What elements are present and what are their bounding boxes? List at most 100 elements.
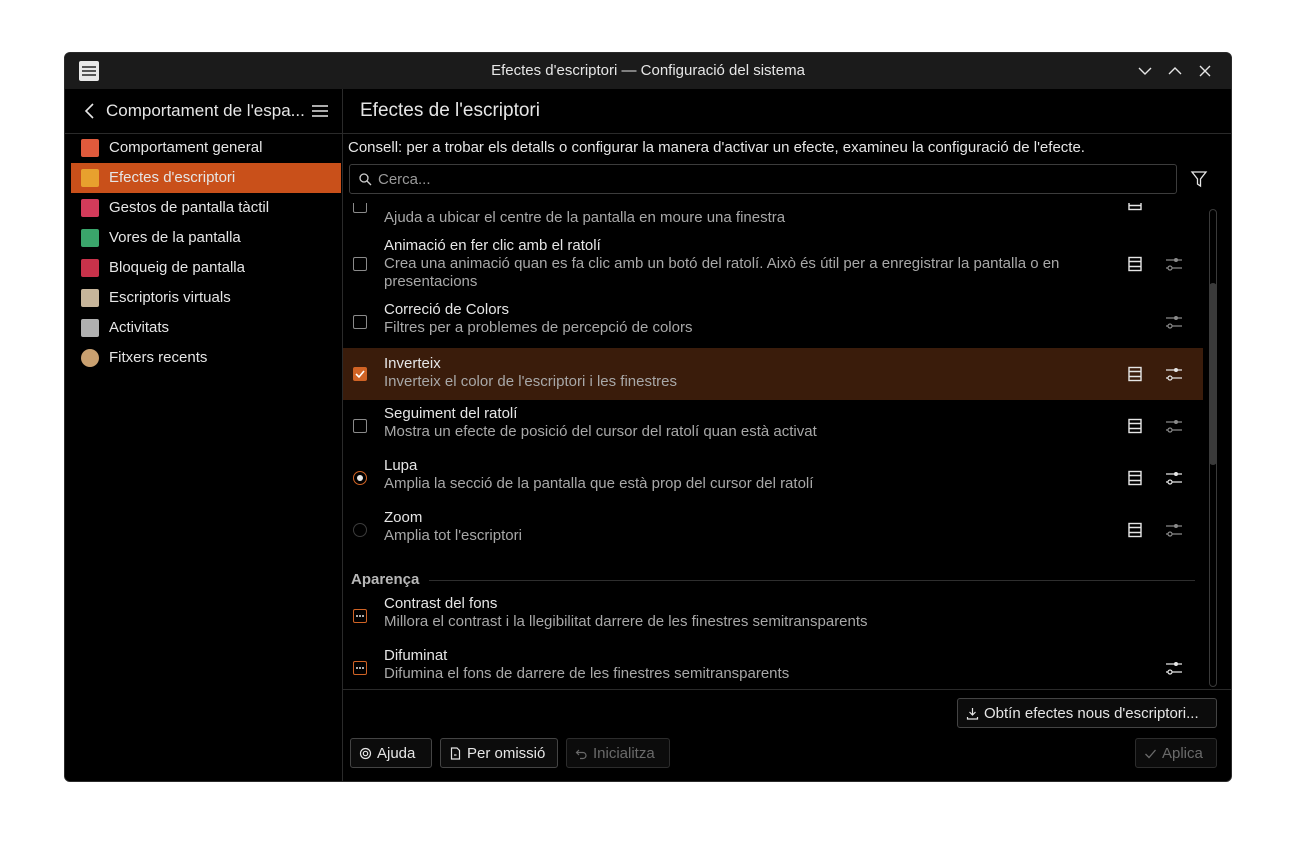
- back-arrow-icon[interactable]: [81, 102, 99, 120]
- sidebar-item-label: Gestos de pantalla tàctil: [109, 199, 270, 216]
- effect-description: Amplia la secció de la pantalla que està…: [384, 475, 814, 492]
- settings-window: Efectes d'escriptori — Configuració del …: [64, 52, 1232, 782]
- help-button[interactable]: Ajuda: [350, 738, 432, 768]
- effect-name: Seguiment del ratolí: [384, 405, 518, 422]
- main-header: Efectes de l'escriptori: [343, 89, 1231, 134]
- effect-name: Contrast del fons: [384, 595, 498, 612]
- effect-description: Mostra un efecte de posició del cursor d…: [384, 423, 817, 440]
- configure-icon[interactable]: [1165, 470, 1183, 486]
- effect-description: Filtres per a problemes de percepció de …: [384, 319, 693, 336]
- section-header-appearance: Aparença: [351, 571, 420, 588]
- configure-icon[interactable]: [1165, 366, 1183, 382]
- video-icon[interactable]: [1127, 522, 1143, 538]
- close-button[interactable]: [1193, 59, 1217, 83]
- sidebar-item-label: Efectes d'escriptori: [109, 169, 236, 186]
- hamburger-menu-icon[interactable]: [311, 103, 329, 119]
- effect-checkbox-checked[interactable]: [353, 367, 367, 381]
- effect-radio-selected[interactable]: [353, 471, 367, 485]
- effect-description: Millora el contrast i la llegibilitat da…: [384, 613, 868, 630]
- titlebar: Efectes d'escriptori — Configuració del …: [65, 53, 1231, 89]
- sidebar-item-bloqueig-pantalla[interactable]: Bloqueig de pantalla: [71, 253, 341, 283]
- effects-list: Ajuda a ubicar el centre de la pantalla …: [343, 203, 1205, 689]
- apply-button[interactable]: Aplica: [1135, 738, 1217, 768]
- search-box[interactable]: [349, 164, 1177, 194]
- sidebar-item-gestos-pantalla-tactil[interactable]: Gestos de pantalla tàctil: [71, 193, 341, 223]
- configure-icon[interactable]: [1165, 314, 1183, 330]
- defaults-label: Per omissió: [467, 745, 546, 762]
- effect-row[interactable]: Correció de Colors Filtres per a problem…: [343, 301, 1203, 341]
- virtual-desktops-icon: [81, 289, 99, 307]
- effect-row[interactable]: Animació en fer clic amb el ratolí Crea …: [343, 237, 1203, 290]
- configure-icon[interactable]: [1165, 660, 1183, 676]
- sidebar-item-efectes-escriptori[interactable]: Efectes d'escriptori: [71, 163, 341, 193]
- more-icon: [356, 667, 364, 669]
- behavior-icon: [81, 139, 99, 157]
- main-panel: Efectes de l'escriptori Consell: per a t…: [343, 89, 1231, 781]
- effect-name: Correció de Colors: [384, 301, 510, 318]
- effect-row[interactable]: Seguiment del ratolí Mostra un efecte de…: [343, 405, 1203, 445]
- apply-label: Aplica: [1162, 745, 1203, 762]
- filter-icon[interactable]: [1190, 170, 1208, 188]
- sidebar-item-label: Fitxers recents: [109, 349, 208, 366]
- video-icon[interactable]: [1127, 366, 1143, 382]
- video-icon[interactable]: [1127, 203, 1143, 211]
- effect-name: Difuminat: [384, 647, 448, 664]
- more-icon: [356, 615, 364, 617]
- minimize-button[interactable]: [1133, 59, 1157, 83]
- search-icon: [359, 173, 372, 186]
- effect-row[interactable]: Zoom Amplia tot l'escriptori: [343, 509, 1203, 549]
- effect-name: Lupa: [384, 457, 418, 474]
- page-title: Efectes de l'escriptori: [360, 100, 540, 121]
- clock-icon: [81, 349, 99, 367]
- reset-label: Inicialitza: [593, 745, 655, 762]
- help-label: Ajuda: [377, 745, 416, 762]
- effect-checkbox[interactable]: [353, 257, 367, 271]
- reset-button[interactable]: Inicialitza: [566, 738, 670, 768]
- scrollbar-thumb[interactable]: [1209, 283, 1217, 465]
- sidebar-item-activitats[interactable]: Activitats: [71, 313, 341, 343]
- effect-row-selected[interactable]: Inverteix Inverteix el color de l'escrip…: [343, 348, 1203, 400]
- effect-radio[interactable]: [353, 523, 367, 537]
- undo-icon: [575, 749, 587, 760]
- effect-exclusive-toggle[interactable]: [353, 661, 367, 675]
- effect-checkbox[interactable]: [353, 203, 367, 213]
- lifebuoy-icon: [359, 747, 372, 760]
- video-icon[interactable]: [1127, 470, 1143, 486]
- effect-description: Inverteix el color de l'escriptori i les…: [384, 373, 677, 390]
- maximize-button[interactable]: [1163, 59, 1187, 83]
- defaults-button[interactable]: Per omissió: [440, 738, 558, 768]
- effect-row[interactable]: Ajuda a ubicar el centre de la pantalla …: [343, 203, 1203, 235]
- effect-description: Amplia tot l'escriptori: [384, 527, 522, 544]
- configure-icon[interactable]: [1165, 256, 1183, 272]
- sidebar-item-comportament-general[interactable]: Comportament general: [71, 133, 341, 163]
- effect-row[interactable]: Lupa Amplia la secció de la pantalla que…: [343, 457, 1203, 497]
- screen-lock-icon: [81, 259, 99, 277]
- effect-row[interactable]: Contrast del fons Millora el contrast i …: [343, 595, 1203, 635]
- get-new-effects-button[interactable]: Obtín efectes nous d'escriptori...: [957, 698, 1217, 728]
- video-icon[interactable]: [1127, 418, 1143, 434]
- bottom-bar: Obtín efectes nous d'escriptori... Ajuda…: [343, 689, 1231, 781]
- sidebar-item-label: Activitats: [109, 319, 170, 336]
- search-input[interactable]: [376, 168, 1160, 190]
- sidebar: Comportament de l'espa... Comportament g…: [65, 89, 343, 781]
- effect-name: Animació en fer clic amb el ratolí: [384, 237, 601, 254]
- effect-name: Zoom: [384, 509, 423, 526]
- effect-description: Difumina el fons de darrere de les fines…: [384, 665, 790, 682]
- configure-icon[interactable]: [1165, 522, 1183, 538]
- effect-row[interactable]: Difuminat Difumina el fons de darrere de…: [343, 647, 1203, 687]
- screen-edges-icon: [81, 229, 99, 247]
- sidebar-item-vores-pantalla[interactable]: Vores de la pantalla: [71, 223, 341, 253]
- configure-icon[interactable]: [1165, 418, 1183, 434]
- effect-name: Inverteix: [384, 355, 441, 372]
- hint-text: Consell: per a trobar els detalls o conf…: [348, 139, 1085, 156]
- window-title: Efectes d'escriptori — Configuració del …: [491, 62, 805, 79]
- video-icon[interactable]: [1127, 256, 1143, 272]
- effect-checkbox[interactable]: [353, 419, 367, 433]
- sidebar-item-escriptoris-virtuals[interactable]: Escriptoris virtuals: [71, 283, 341, 313]
- effect-exclusive-toggle[interactable]: [353, 609, 367, 623]
- effect-checkbox[interactable]: [353, 315, 367, 329]
- desktop-effects-icon: [81, 169, 99, 187]
- document-defaults-icon: [450, 747, 461, 760]
- checkmark-icon: [1145, 749, 1156, 759]
- sidebar-item-fitxers-recents[interactable]: Fitxers recents: [71, 343, 341, 373]
